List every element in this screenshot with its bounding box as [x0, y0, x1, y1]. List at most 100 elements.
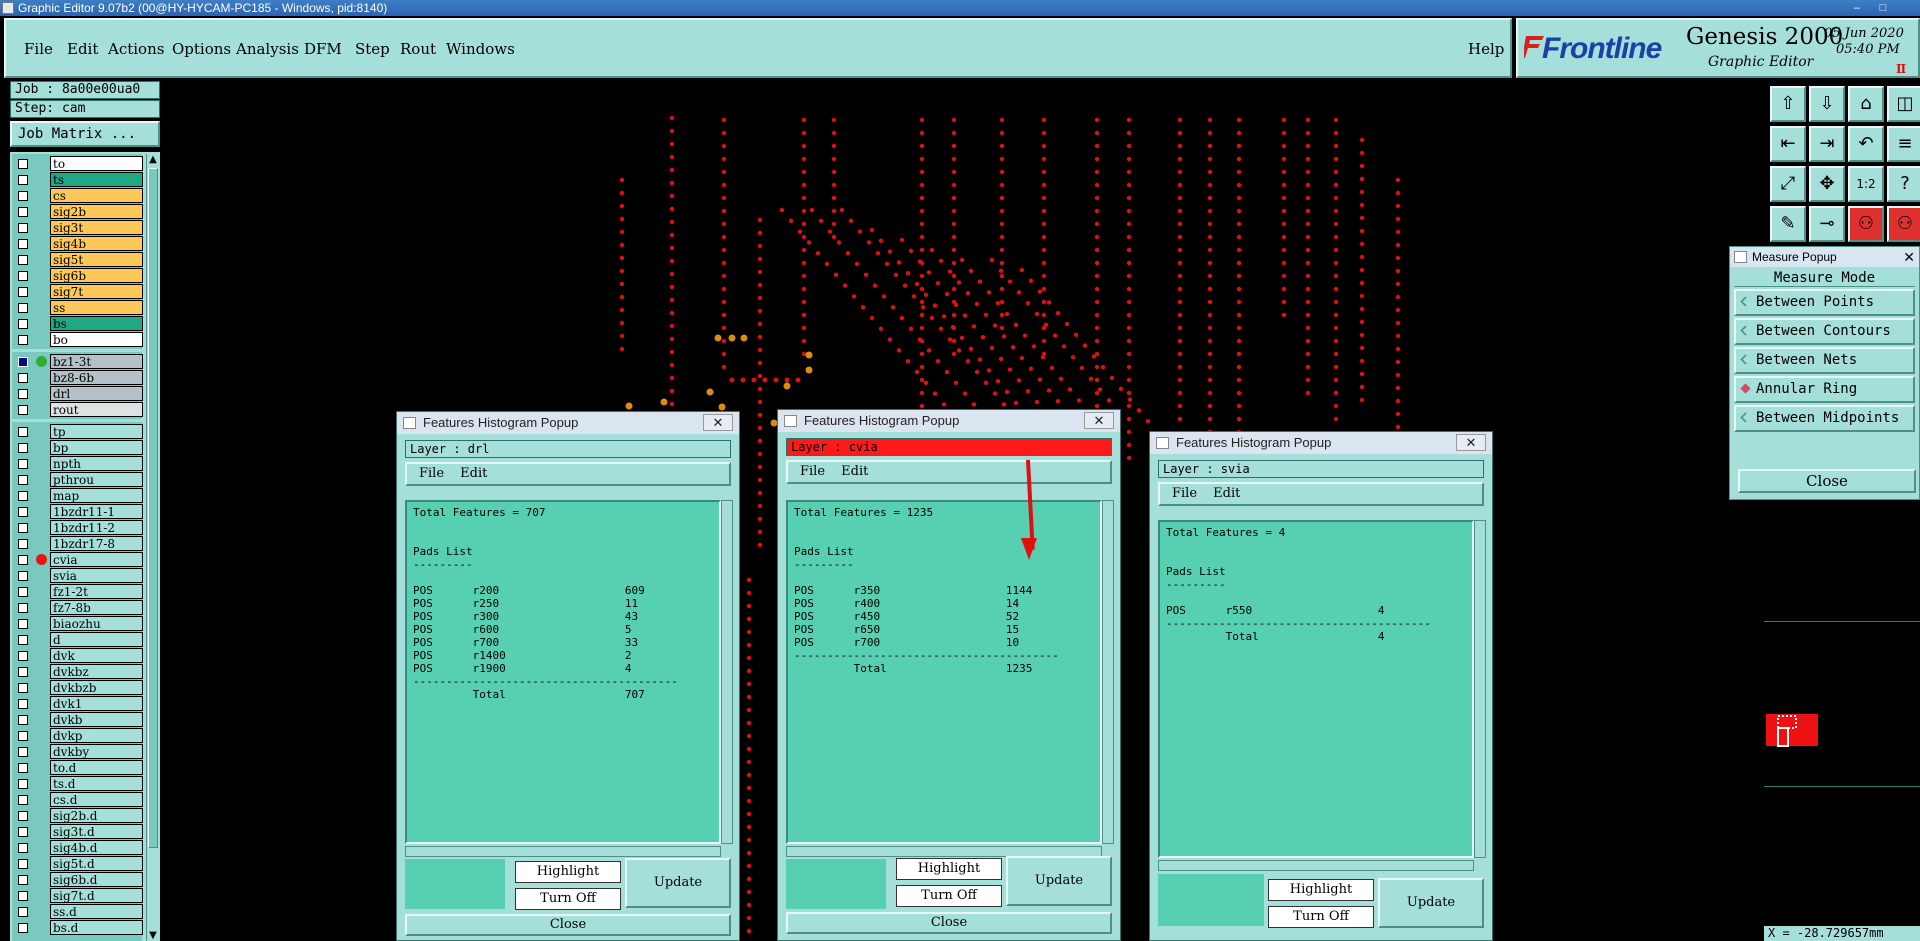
layer-checkbox[interactable]: [18, 271, 28, 281]
layer-checkbox[interactable]: [18, 779, 28, 789]
job-matrix-button[interactable]: Job Matrix ...: [10, 121, 160, 147]
histogram-popup-titlebar[interactable]: Features Histogram Popup ✕: [778, 410, 1120, 432]
histogram-menu-edit[interactable]: Edit: [1213, 486, 1240, 501]
layer-row-biaozhu[interactable]: biaozhu: [12, 616, 143, 631]
layer-row-npth[interactable]: npth: [12, 456, 143, 471]
layer-name[interactable]: drl: [50, 386, 143, 401]
scroll-down-icon[interactable]: ▼: [147, 930, 159, 941]
layer-row-sig4b-d[interactable]: sig4b.d: [12, 840, 143, 855]
report-vertical-scrollbar[interactable]: [721, 500, 733, 844]
layer-row-svia[interactable]: svia: [12, 568, 143, 583]
layer-name[interactable]: ss.d: [50, 904, 143, 919]
layer-row-dvkbz[interactable]: dvkbz: [12, 664, 143, 679]
layer-checkbox[interactable]: [18, 587, 28, 597]
layer-row-cs[interactable]: cs: [12, 188, 143, 203]
measure-popup-titlebar[interactable]: Measure Popup ✕: [1730, 247, 1919, 267]
layer-row-sig2b-d[interactable]: sig2b.d: [12, 808, 143, 823]
layer-checkbox[interactable]: [18, 619, 28, 629]
layer-row-sig6b[interactable]: sig6b: [12, 268, 143, 283]
layer-row-sig7t-d[interactable]: sig7t.d: [12, 888, 143, 903]
layer-name[interactable]: sig2b.d: [50, 808, 143, 823]
layer-scrollbar[interactable]: ▲ ▼: [146, 154, 158, 941]
turn-off-button[interactable]: Turn Off: [896, 885, 1002, 907]
layer-checkbox[interactable]: [18, 159, 28, 169]
layer-row-dvkb[interactable]: dvkb: [12, 712, 143, 727]
measure-close-button[interactable]: Close: [1738, 469, 1916, 493]
zoom-1to1-icon[interactable]: 1:2: [1848, 166, 1884, 202]
layer-name[interactable]: bz8-6b: [50, 370, 143, 385]
layer-row-sig3t[interactable]: sig3t: [12, 220, 143, 235]
layer-row-dvk[interactable]: dvk: [12, 648, 143, 663]
scroll-up-icon[interactable]: ▲: [147, 154, 159, 165]
turn-off-button[interactable]: Turn Off: [515, 888, 621, 910]
layer-row-ts[interactable]: ts: [12, 172, 143, 187]
layer-name[interactable]: dvk: [50, 648, 143, 663]
menu-options[interactable]: Options: [172, 40, 231, 58]
report-vertical-scrollbar[interactable]: [1102, 500, 1114, 844]
layer-name[interactable]: 1bzdr17-8: [50, 536, 143, 551]
turn-off-button[interactable]: Turn Off: [1268, 906, 1374, 928]
zoom-fit-icon[interactable]: ⤢: [1770, 166, 1806, 202]
pause-icon[interactable]: Ⅱ: [1896, 62, 1906, 76]
layer-row-ss-d[interactable]: ss.d: [12, 904, 143, 919]
layer-checkbox[interactable]: [18, 357, 28, 367]
layer-checkbox[interactable]: [18, 255, 28, 265]
layer-row-bo[interactable]: bo: [12, 332, 143, 347]
layer-name[interactable]: dvkp: [50, 728, 143, 743]
layer-row-d[interactable]: d: [12, 632, 143, 647]
layer-row-sig3t-d[interactable]: sig3t.d: [12, 824, 143, 839]
layer-name[interactable]: dvkbzb: [50, 680, 143, 695]
histogram-popup-titlebar[interactable]: Features Histogram Popup ✕: [1150, 432, 1492, 454]
layer-checkbox[interactable]: [18, 635, 28, 645]
layer-row-bs[interactable]: bs: [12, 316, 143, 331]
layer-name[interactable]: fz1-2t: [50, 584, 143, 599]
layer-row-sig2b[interactable]: sig2b: [12, 204, 143, 219]
layer-row-dvkby[interactable]: dvkby: [12, 744, 143, 759]
layer-name[interactable]: to: [50, 156, 143, 171]
menu-edit[interactable]: Edit: [67, 40, 98, 58]
layer-row-dvkbzb[interactable]: dvkbzb: [12, 680, 143, 695]
layer-stack-icon[interactable]: ≡: [1887, 126, 1920, 162]
histogram-menu-file[interactable]: File: [1172, 486, 1197, 501]
layer-checkbox[interactable]: [18, 223, 28, 233]
layer-checkbox[interactable]: [18, 207, 28, 217]
menu-rout[interactable]: Rout: [400, 40, 436, 58]
layer-checkbox[interactable]: [18, 715, 28, 725]
layer-name[interactable]: cvia: [50, 552, 143, 567]
measure-mode-between-nets[interactable]: Between Nets: [1734, 347, 1915, 374]
layer-checkbox[interactable]: [18, 923, 28, 933]
layer-checkbox[interactable]: [18, 795, 28, 805]
layer-name[interactable]: sig7t.d: [50, 888, 143, 903]
highlight-button[interactable]: Highlight: [515, 861, 621, 883]
layer-row-ss[interactable]: ss: [12, 300, 143, 315]
layer-name[interactable]: biaozhu: [50, 616, 143, 631]
layer-name[interactable]: ts.d: [50, 776, 143, 791]
layer-name[interactable]: sig4b: [50, 236, 143, 251]
maximize-button[interactable]: □: [1872, 0, 1894, 14]
layer-row-1bzdr11-2[interactable]: 1bzdr11-2: [12, 520, 143, 535]
layer-row-sig5t-d[interactable]: sig5t.d: [12, 856, 143, 871]
layer-checkbox[interactable]: [18, 747, 28, 757]
open-up-icon[interactable]: ⇧: [1770, 86, 1806, 122]
layer-row-sig7t[interactable]: sig7t: [12, 284, 143, 299]
layer-checkbox[interactable]: [18, 475, 28, 485]
layer-name[interactable]: sig5t: [50, 252, 143, 267]
layer-checkbox[interactable]: [18, 287, 28, 297]
layer-checkbox[interactable]: [18, 491, 28, 501]
layer-checkbox[interactable]: [18, 373, 28, 383]
layer-row-sig6b-d[interactable]: sig6b.d: [12, 872, 143, 887]
layer-name[interactable]: sig5t.d: [50, 856, 143, 871]
layer-name[interactable]: 1bzdr11-2: [50, 520, 143, 535]
layer-scroll-thumb[interactable]: [148, 168, 158, 848]
layer-name[interactable]: ss: [50, 300, 143, 315]
layer-row-bp[interactable]: bp: [12, 440, 143, 455]
menu-file[interactable]: File: [24, 40, 53, 58]
layer-name[interactable]: svia: [50, 568, 143, 583]
layer-checkbox[interactable]: [18, 539, 28, 549]
layer-row-pthrou[interactable]: pthrou: [12, 472, 143, 487]
layer-name[interactable]: sig3t.d: [50, 824, 143, 839]
layer-row-ts-d[interactable]: ts.d: [12, 776, 143, 791]
layer-name[interactable]: tp: [50, 424, 143, 439]
layer-checkbox[interactable]: [18, 843, 28, 853]
histogram-menu-file[interactable]: File: [419, 466, 444, 481]
